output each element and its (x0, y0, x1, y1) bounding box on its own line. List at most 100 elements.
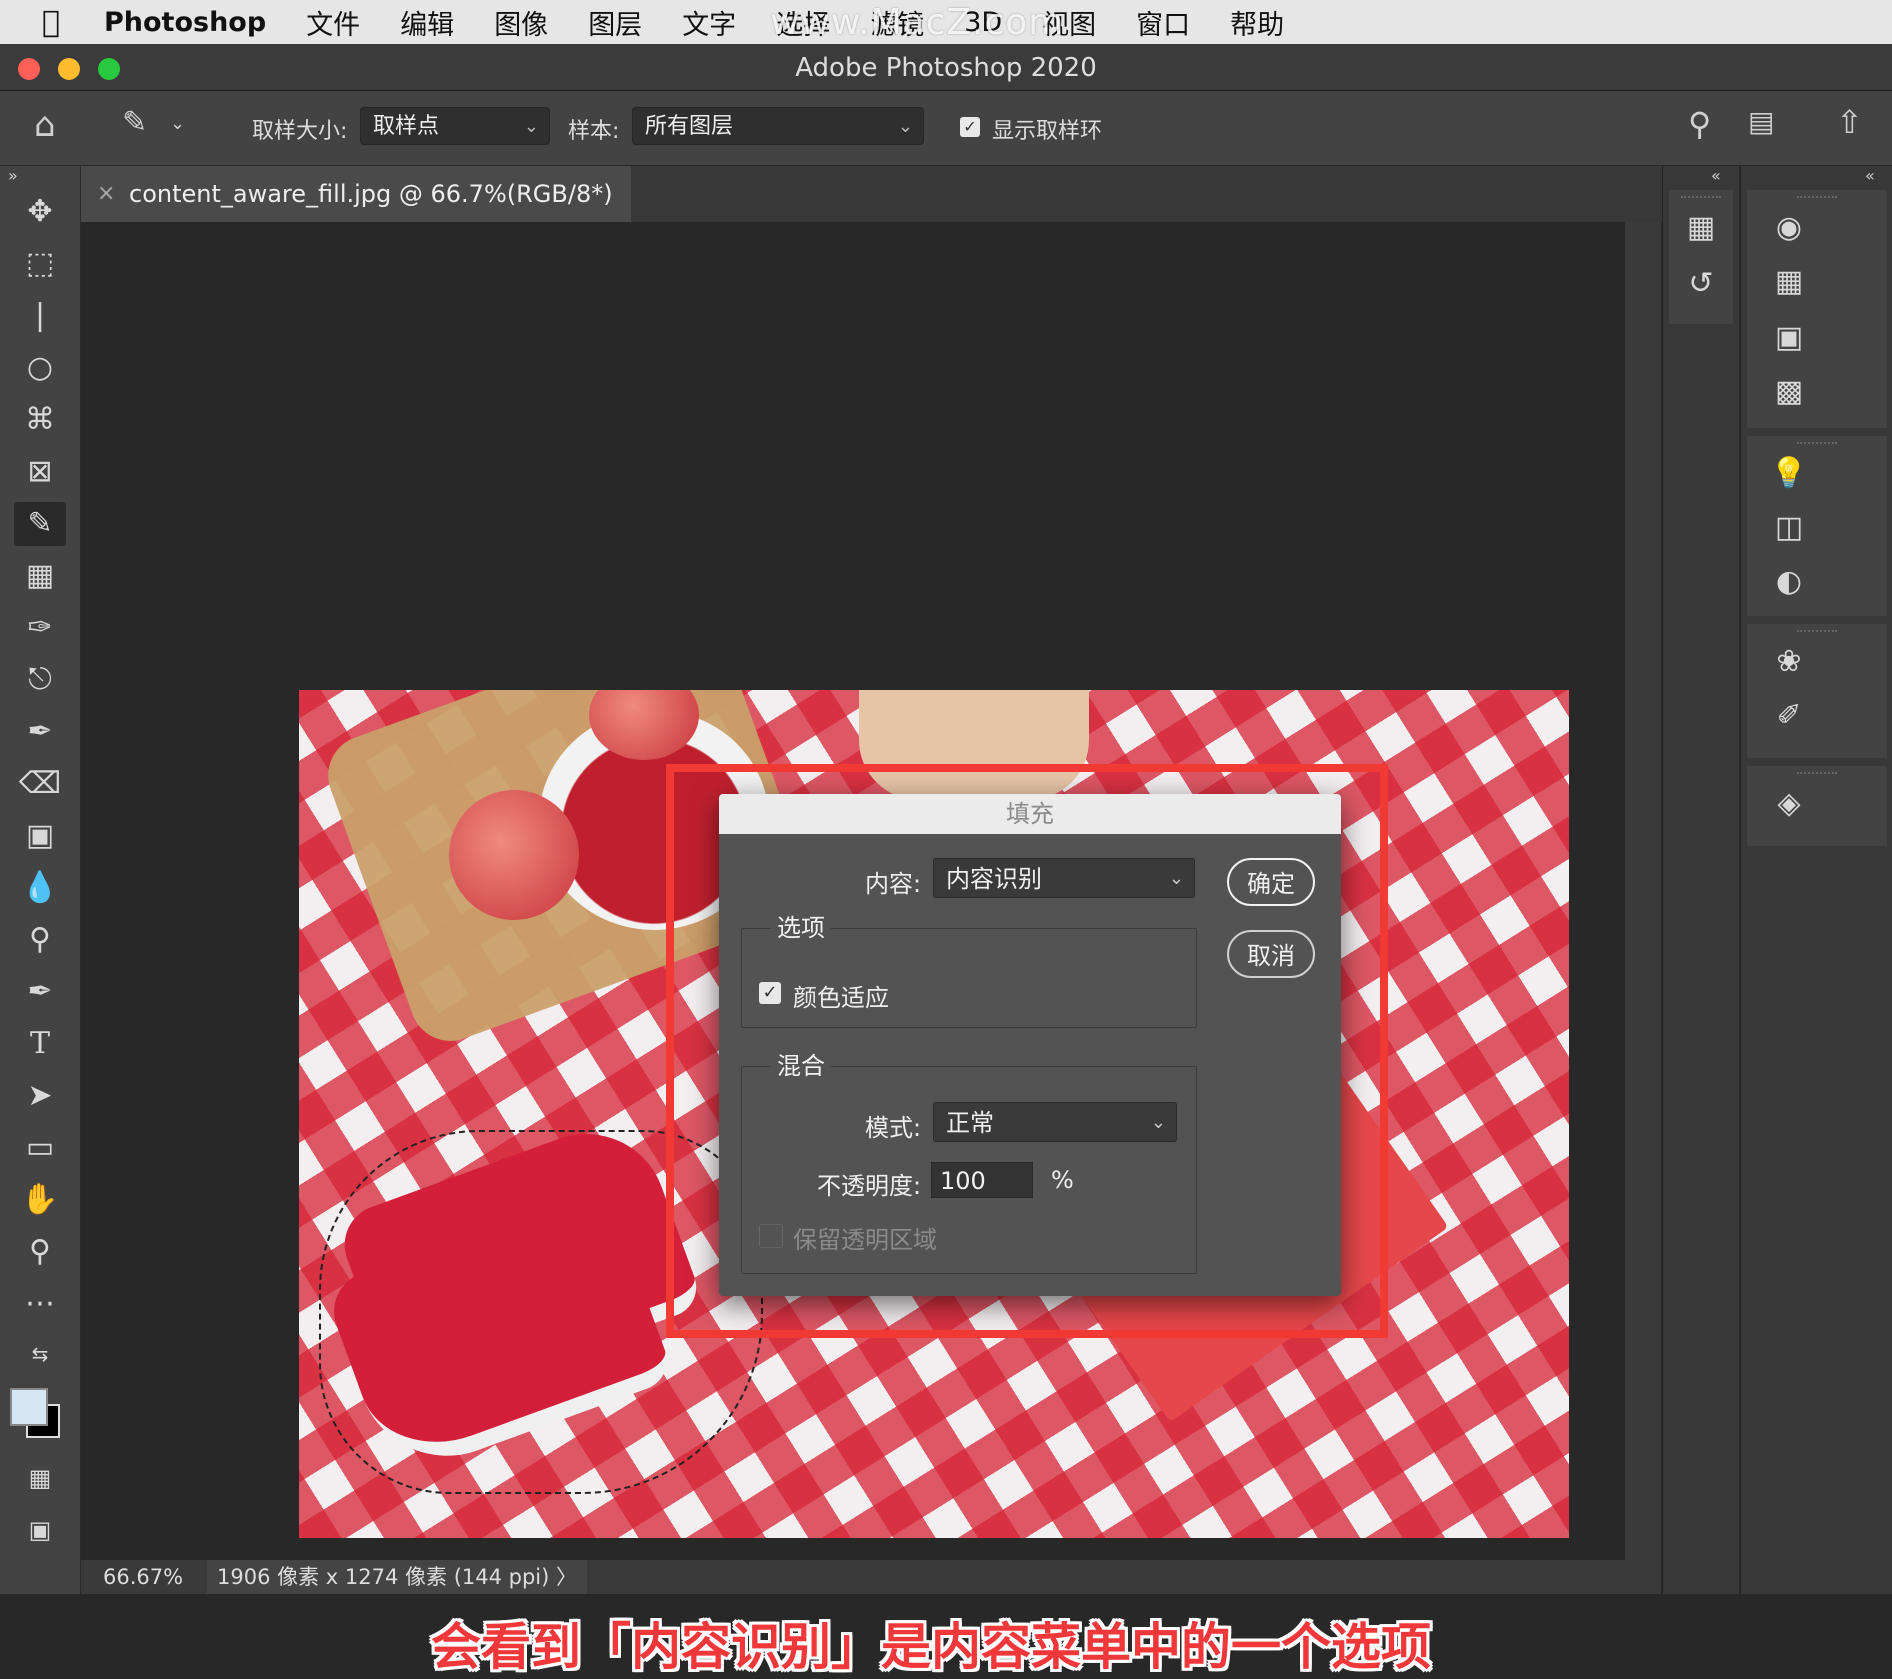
blur-tool-icon[interactable]: 💧 (14, 866, 66, 910)
workspace-icon[interactable]: ▤ (1748, 105, 1774, 138)
collapse-dock-icon[interactable]: « (1865, 166, 1875, 185)
history-panel-icon[interactable]: ↺ (1671, 266, 1731, 301)
cancel-button[interactable]: 取消 (1227, 930, 1315, 978)
rectangle-tool-icon[interactable]: ▭ (14, 1126, 66, 1170)
marquee-tool-icon[interactable]: ⬚ (14, 242, 66, 286)
pen-tool-icon[interactable]: ✒ (14, 970, 66, 1014)
home-icon[interactable]: ⌂ (34, 105, 56, 145)
sample-size-value: 取样点 (373, 114, 440, 139)
learn-panel-icon[interactable]: 💡 (1759, 456, 1819, 491)
document-info[interactable]: 1906 像素 x 1274 像素 (144 ppi) 〉 (207, 1560, 588, 1594)
expand-toolbar-icon[interactable]: » (8, 166, 18, 185)
apple-icon[interactable]:  (42, 5, 92, 40)
sample-size-select[interactable]: 取样点 ⌄ (360, 107, 550, 145)
window-title: Adobe Photoshop 2020 (795, 53, 1097, 83)
dialog-title: 填充 (719, 794, 1341, 834)
preserve-transparency-checkbox[interactable] (759, 1224, 783, 1248)
hand-tool-icon[interactable]: ✋ (14, 1178, 66, 1222)
adjustments-panel-icon[interactable]: ◐ (1759, 564, 1819, 599)
mode-value: 正常 (946, 1109, 994, 1137)
panel-group: ◉ ▦ ▣ ▩ (1747, 190, 1887, 428)
opacity-input[interactable]: 100 (931, 1162, 1033, 1198)
tool-preset-chevron-icon[interactable]: ⌄ (170, 113, 185, 134)
mode-label: 模式: (865, 1114, 922, 1142)
options-group-label: 选项 (771, 908, 831, 943)
menu-layer[interactable]: 图层 (588, 3, 642, 42)
panel-group: 💡 ◫ ◐ (1747, 436, 1887, 616)
canvas-area[interactable]: 填充 内容: 内容识别 ⌄ 选项 ✓ 颜色适应 混合 模式: 正常 ⌄ 不透明度… (81, 222, 1621, 1676)
crop-tool-icon[interactable]: ⌘ (14, 398, 66, 442)
color-adapt-label: 颜色适应 (793, 984, 889, 1012)
path-selection-tool-icon[interactable]: ➤ (14, 1074, 66, 1118)
patterns-panel-icon[interactable]: ▩ (1759, 374, 1819, 409)
menu-window[interactable]: 窗口 (1136, 3, 1190, 42)
zoom-level[interactable]: 66.67% (103, 1560, 183, 1594)
panel-grip[interactable] (1797, 772, 1837, 780)
dodge-tool-icon[interactable]: ⚲ (14, 918, 66, 962)
menu-help[interactable]: 帮助 (1230, 3, 1284, 42)
menu-file[interactable]: 文件 (306, 3, 360, 42)
more-tools-icon[interactable]: ⋯ (14, 1282, 66, 1326)
color-panel-icon[interactable]: ◉ (1759, 210, 1819, 245)
panel-dock-collapsed: « ▦ ↺ (1662, 166, 1739, 1594)
sample-size-label: 取样大小: (252, 119, 348, 144)
lasso-tool-icon[interactable]: ❘ (14, 294, 66, 338)
clone-stamp-tool-icon[interactable]: ⎋ (14, 658, 66, 702)
collapse-dock-icon[interactable]: « (1711, 166, 1721, 185)
show-ring-checkbox[interactable]: ✓ (960, 117, 980, 137)
document-tab-bar: × content_aware_fill.jpg @ 66.7%(RGB/8*)… (81, 166, 1662, 264)
sample-label: 样本: (568, 119, 620, 144)
eyedropper-tool-icon[interactable]: ✎ (14, 502, 66, 546)
chevron-down-icon: ⌄ (1168, 868, 1184, 889)
content-value: 内容识别 (946, 865, 1042, 893)
content-select[interactable]: 内容识别 ⌄ (933, 858, 1195, 898)
panel-group: ▦ ↺ (1669, 190, 1733, 324)
screen-mode-icon[interactable]: ▣ (14, 1508, 66, 1552)
swap-colors-icon[interactable]: ⇆ (14, 1332, 66, 1376)
panel-grip[interactable] (1681, 196, 1721, 204)
sample-select[interactable]: 所有图层 ⌄ (632, 107, 924, 145)
vertical-scrollbar[interactable] (1625, 222, 1661, 1560)
menu-image[interactable]: 图像 (494, 3, 548, 42)
quick-selection-tool-icon[interactable]: ○ (14, 346, 66, 390)
share-icon[interactable]: ⇧ (1836, 103, 1863, 141)
opacity-label: 不透明度: (817, 1172, 922, 1200)
3d-panel-icon[interactable]: ▦ (1671, 210, 1731, 245)
libraries-panel-icon[interactable]: ◫ (1759, 510, 1819, 545)
panel-grip[interactable] (1797, 442, 1837, 450)
brush-tool-icon[interactable]: ✑ (14, 606, 66, 650)
menu-type[interactable]: 文字 (682, 3, 736, 42)
foreground-color-swatch[interactable] (10, 1388, 48, 1426)
type-tool-icon[interactable]: T (14, 1022, 66, 1066)
move-tool-icon[interactable]: ✥ (14, 190, 66, 234)
mode-select[interactable]: 正常 ⌄ (933, 1102, 1177, 1142)
document-tab[interactable]: × content_aware_fill.jpg @ 66.7%(RGB/8*)… (81, 166, 631, 264)
paths-panel-icon[interactable]: ✐ (1759, 698, 1819, 733)
frame-tool-icon[interactable]: ⊠ (14, 450, 66, 494)
search-icon[interactable]: ⚲ (1688, 105, 1711, 143)
panel-grip[interactable] (1797, 196, 1837, 204)
zoom-tool-icon[interactable]: ⚲ (14, 1230, 66, 1274)
gradients-panel-icon[interactable]: ▣ (1759, 320, 1819, 355)
color-adapt-checkbox[interactable]: ✓ (759, 982, 781, 1004)
ok-button[interactable]: 确定 (1227, 858, 1315, 906)
sample-value: 所有图层 (645, 114, 734, 139)
swatches-panel-icon[interactable]: ▦ (1759, 264, 1819, 299)
gradient-tool-icon[interactable]: ▣ (14, 814, 66, 858)
eyedropper-tool-icon[interactable]: ✎ (122, 105, 147, 140)
history-brush-tool-icon[interactable]: ✒ (14, 710, 66, 754)
menu-edit[interactable]: 编辑 (400, 3, 454, 42)
title-bar: Adobe Photoshop 2020 (0, 44, 1892, 91)
menu-app-name[interactable]: Photoshop (104, 7, 266, 38)
status-bar: 66.67% 1906 像素 x 1274 像素 (144 ppi) 〉 (81, 1560, 1661, 1594)
blend-group-label: 混合 (771, 1046, 831, 1081)
eraser-tool-icon[interactable]: ⌫ (14, 762, 66, 806)
close-tab-icon[interactable]: × (97, 166, 115, 222)
quick-mask-icon[interactable]: ▦ (14, 1456, 66, 1500)
healing-brush-tool-icon[interactable]: ▦ (14, 554, 66, 598)
panel-grip[interactable] (1797, 630, 1837, 638)
layers-panel-icon[interactable]: ◈ (1759, 786, 1819, 821)
opacity-unit: % (1051, 1166, 1074, 1194)
channels-panel-icon[interactable]: ❀ (1759, 644, 1819, 679)
caption-text: 会看到「内容识别」是内容菜单中的一个选项 (431, 1618, 1431, 1676)
